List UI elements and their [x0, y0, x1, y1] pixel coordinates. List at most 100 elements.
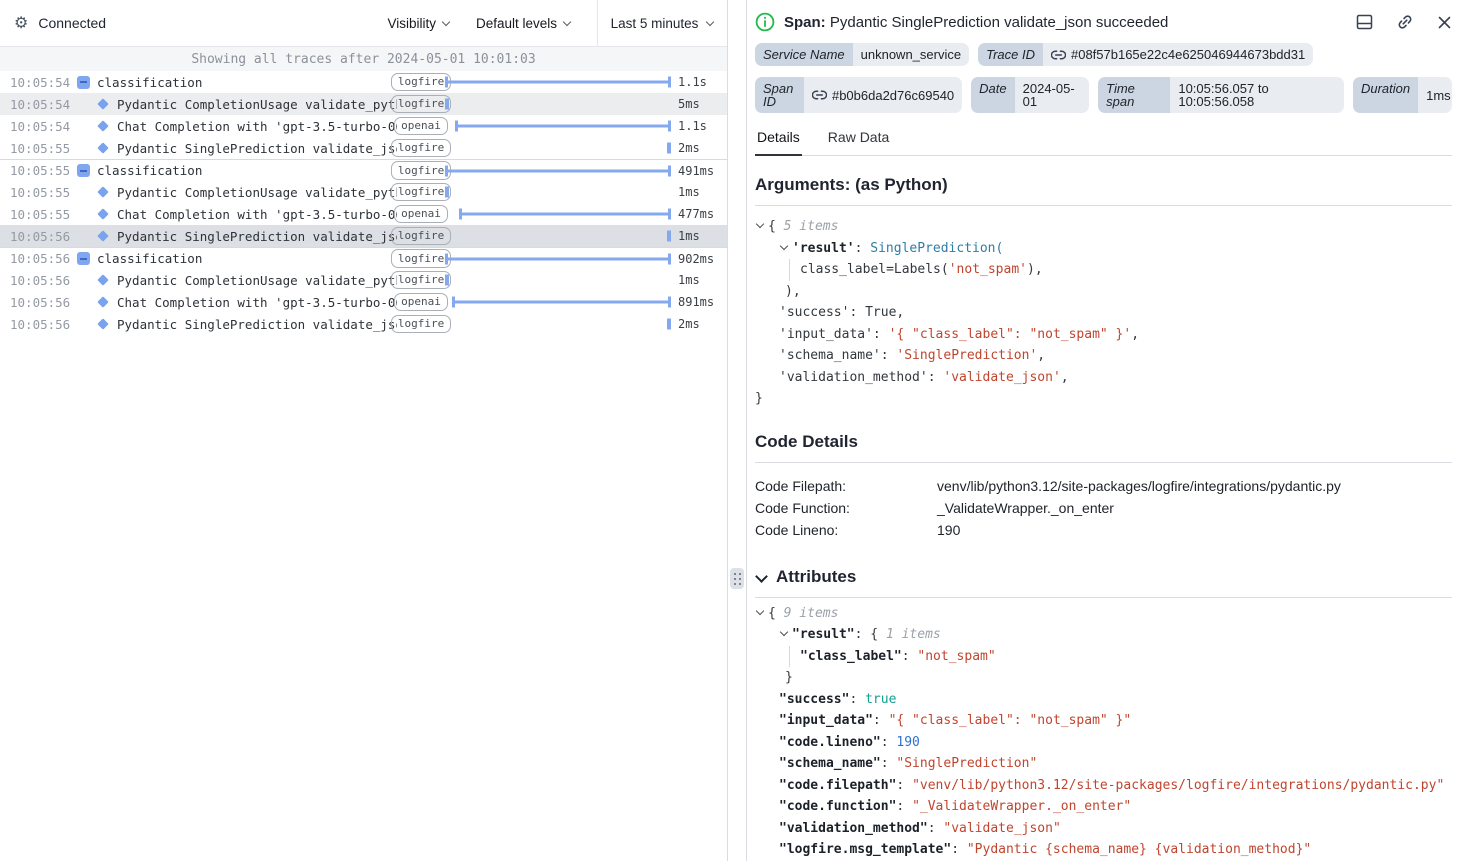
tag-pill: logfire [391, 227, 451, 245]
trace-row-tag: logfire [397, 95, 445, 113]
code-details-heading: Code Details [755, 432, 1452, 463]
trace-row-tag: logfire [397, 73, 445, 91]
trace-row[interactable]: 10:05:56Pydantic SinglePrediction valida… [0, 225, 727, 247]
attributes-code: { 9 items"result": { 1 items"class_label… [755, 603, 1452, 861]
close-icon[interactable] [1437, 15, 1452, 30]
duration-bar [667, 319, 671, 330]
trace-row-name: Pydantic SinglePrediction validate_json [117, 317, 397, 332]
link-icon [812, 90, 827, 100]
badge-time-span: Time span10:05:56.057 to 10:05:56.058 [1098, 77, 1344, 113]
code-line: "class_label": "not_spam" [755, 646, 1452, 668]
default-levels-dropdown[interactable]: Default levels [476, 16, 571, 31]
trace-row[interactable]: 10:05:55Chat Completion with 'gpt-3.5-tu… [0, 203, 727, 225]
trace-row[interactable]: 10:05:54Pydantic CompletionUsage validat… [0, 93, 727, 115]
trace-row[interactable]: 10:05:56 Pydantic SinglePrediction valida… [0, 313, 727, 335]
collapse-toggle-icon[interactable] [76, 164, 90, 177]
collapse-chevron-icon[interactable] [779, 243, 789, 252]
span-diamond-icon [96, 144, 110, 152]
trace-row-tag: openai [397, 293, 445, 311]
code-line: } [755, 667, 1452, 689]
arguments-code: { 5 items'result': SinglePrediction(clas… [755, 216, 1452, 410]
badge-trace-id[interactable]: Trace ID#08f57b165e22c4e625046944673bdd3… [978, 43, 1313, 66]
tag-pill: openai [394, 293, 448, 311]
code-line: 'validation_method': 'validate_json', [755, 367, 1452, 389]
trace-row-duration: 5ms [671, 97, 727, 111]
duration-bar [459, 209, 671, 220]
trace-row-bar-zone [445, 71, 671, 93]
trace-row-duration: 2ms [671, 141, 727, 155]
span-diamond-icon [96, 298, 110, 306]
trace-row-timestamp: 10:05:54 [10, 75, 68, 90]
trace-row-duration: 477ms [671, 207, 727, 221]
collapse-toggle-icon[interactable] [76, 76, 90, 89]
visibility-dropdown[interactable]: Visibility [387, 16, 450, 31]
trace-row-bar-zone [445, 93, 671, 115]
code-detail-label: Code Function: [755, 497, 937, 519]
trace-row-duration: 491ms [671, 164, 727, 178]
settings-gear-icon[interactable]: ⚙ [14, 13, 28, 33]
trace-list: 10:05:54classificationlogfire1.1s10:05:5… [0, 71, 727, 861]
duration-bar [445, 77, 671, 88]
visibility-label: Visibility [387, 16, 436, 31]
badge-span-id[interactable]: Span ID#b0b6da2d76c69540 [755, 77, 962, 113]
copy-link-icon[interactable] [1396, 13, 1414, 31]
code-line: 'schema_name': 'SinglePrediction', [755, 345, 1452, 367]
divider-dots [739, 573, 741, 575]
code-detail-row: Code Lineno:190 [755, 519, 1452, 541]
trace-row-tag: logfire [397, 315, 445, 333]
trace-row-name: Chat Completion with 'gpt-3.5-turbo-0613… [117, 207, 397, 222]
time-range-dropdown[interactable]: Last 5 minutes [597, 0, 727, 47]
code-detail-label: Code Lineno: [755, 519, 937, 541]
tag-pill: logfire [391, 73, 451, 91]
collapse-toggle-icon[interactable] [76, 252, 90, 265]
trace-row[interactable]: 10:05:55classificationlogfire491ms [0, 159, 727, 181]
trace-row[interactable]: 10:05:55Pydantic SinglePrediction valida… [0, 137, 727, 159]
collapse-chevron-icon[interactable] [779, 629, 789, 638]
trace-row-timestamp: 10:05:56 [10, 317, 68, 332]
code-detail-row: Code Filepath:venv/lib/python3.12/site-p… [755, 475, 1452, 497]
code-detail-value: 190 [937, 519, 960, 541]
trace-row-name: Chat Completion with 'gpt-3.5-turbo-0613… [117, 119, 397, 134]
trace-row[interactable]: 10:05:56Chat Completion with 'gpt-3.5-tu… [0, 291, 727, 313]
code-line: "schema_name": "SinglePrediction" [755, 753, 1452, 775]
badge-value: 2024-05-01 [1015, 77, 1090, 113]
trace-row[interactable]: 10:05:55Pydantic CompletionUsage validat… [0, 181, 727, 203]
code-line: "validation_method": "validate_json" [755, 818, 1452, 840]
panel-layout-icon[interactable] [1356, 14, 1373, 30]
tab-details[interactable]: Details [755, 129, 802, 156]
chevron-down-icon [706, 19, 714, 27]
code-line: "input_data": "{ "class_label": "not_spa… [755, 710, 1452, 732]
duration-bar [445, 187, 449, 198]
collapse-chevron-icon[interactable] [755, 608, 765, 617]
divider-drag-handle[interactable] [730, 568, 744, 589]
trace-row-bar-zone [445, 203, 671, 225]
attributes-collapse-chevron-icon[interactable] [755, 571, 767, 583]
trace-row[interactable]: 10:05:54classificationlogfire1.1s [0, 71, 727, 93]
badge-value: 1ms [1418, 77, 1452, 113]
code-line: "result": { 1 items [755, 624, 1452, 646]
code-line: "code.lineno": 190 [755, 732, 1452, 754]
collapse-chevron-icon[interactable] [755, 221, 765, 230]
trace-row[interactable]: 10:05:56classificationlogfire902ms [0, 247, 727, 269]
trace-row[interactable]: 10:05:54Chat Completion with 'gpt-3.5-tu… [0, 115, 727, 137]
code-detail-label: Code Filepath: [755, 475, 937, 497]
divider-dots [739, 583, 741, 585]
tag-pill: openai [394, 205, 448, 223]
code-line: ), [755, 281, 1452, 303]
span-header: Span: Pydantic SinglePrediction validate… [755, 12, 1452, 32]
trace-row-tag: logfire [397, 227, 445, 245]
trace-row-bar-zone [445, 181, 671, 203]
trace-row-duration: 1ms [671, 185, 727, 199]
trace-row[interactable]: 10:05:56Pydantic CompletionUsage validat… [0, 269, 727, 291]
tab-raw-data[interactable]: Raw Data [826, 129, 891, 155]
tag-pill: logfire [391, 249, 451, 267]
divider-dots [734, 573, 736, 575]
app-root: ⚙ Connected Visibility Default levels La… [0, 0, 1472, 861]
trace-row-tag: openai [397, 205, 445, 223]
trace-row-timestamp: 10:05:56 [10, 251, 68, 266]
span-detail-panel: Span: Pydantic SinglePrediction validate… [746, 0, 1472, 861]
trace-row-tag: logfire [397, 183, 445, 201]
trace-row-duration: 902ms [671, 252, 727, 266]
trace-row-tag: logfire [397, 161, 445, 179]
badge-value: #08f57b165e22c4e625046944673bdd31 [1043, 43, 1313, 66]
